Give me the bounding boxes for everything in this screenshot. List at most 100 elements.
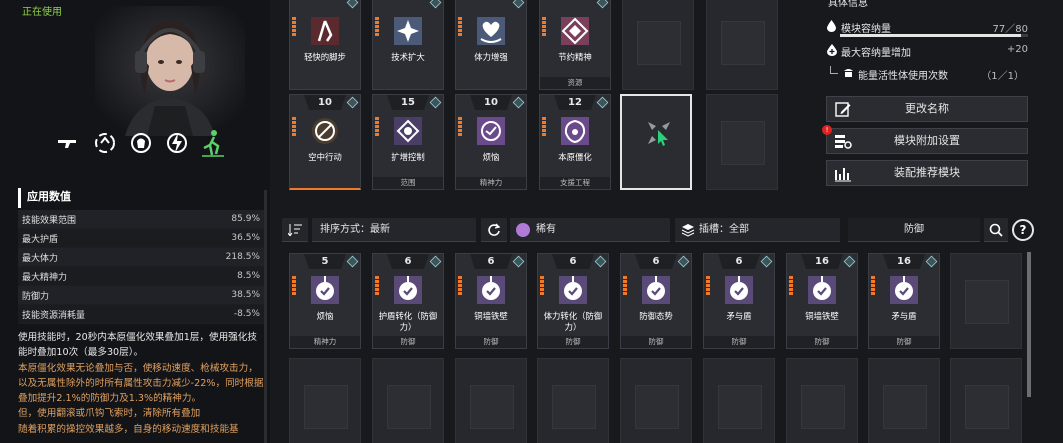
- module-card[interactable]: 10 烦恼 精神力: [455, 94, 527, 190]
- empty-module-slot[interactable]: [868, 358, 940, 443]
- module-card[interactable]: 12 本原僵化支援工程: [539, 94, 611, 190]
- module-tag-icon: [429, 96, 442, 109]
- reset-button[interactable]: [481, 218, 507, 242]
- runner-icon[interactable]: [200, 128, 226, 158]
- module-card[interactable]: 轻快的脚步: [289, 0, 361, 90]
- cost-bars-icon: [542, 117, 546, 141]
- module-type: 支援工程: [540, 177, 610, 189]
- stat-value: 36.5%: [231, 233, 260, 243]
- refresh-icon: [488, 223, 501, 236]
- module-name: 空中行动: [308, 152, 342, 162]
- rename-button[interactable]: 更改名称: [826, 96, 1028, 122]
- lightning-icon[interactable]: [164, 128, 190, 158]
- chip-icon: [721, 121, 765, 165]
- inventory-scrollbar[interactable]: [1027, 252, 1031, 397]
- search-button[interactable]: [984, 218, 1008, 242]
- capacity-label: 模块容纳量: [841, 24, 891, 35]
- module-card[interactable]: 6 矛与盾 防御: [703, 253, 775, 349]
- activator-label: 能量活性体使用次数: [858, 71, 948, 82]
- module-tag-icon: [346, 96, 359, 109]
- module-tag-icon: [596, 0, 609, 9]
- empty-module-slot[interactable]: [455, 358, 527, 443]
- module-card[interactable]: 6 铜墙铁壁 防御: [455, 253, 527, 349]
- module-card[interactable]: 6 护盾转化（防御力） 防御: [372, 253, 444, 349]
- empty-module-slot[interactable]: [786, 358, 858, 443]
- module-card[interactable]: 6 体力转化（防御力） 防御: [537, 253, 609, 349]
- empty-module-slot[interactable]: [289, 358, 361, 443]
- module-card[interactable]: 15 扩增控制 范围: [372, 94, 444, 190]
- module-icon: [725, 276, 753, 304]
- module-description: 使用技能时，20秒内本原僵化效果叠加1层，使用强化技能时叠加10次（最多30层）…: [18, 330, 266, 437]
- module-name: 矛与盾: [726, 311, 752, 321]
- module-name: 防御态势: [639, 311, 673, 321]
- cursor-icon: [648, 122, 670, 146]
- shield-head-icon[interactable]: [128, 128, 154, 158]
- cost-bars-icon: [458, 17, 462, 41]
- activator-value: （1／1）: [981, 71, 1024, 82]
- rarity-filter[interactable]: 稀有: [510, 218, 670, 242]
- empty-module-slot[interactable]: [620, 358, 692, 443]
- module-card[interactable]: 5 烦恼 精神力: [289, 253, 361, 349]
- spin-icon[interactable]: [92, 128, 118, 158]
- search-icon: [989, 223, 1003, 237]
- character-portrait: [95, 6, 245, 136]
- chip-icon: [718, 385, 762, 429]
- module-card[interactable]: 16 铜墙铁壁 防御: [786, 253, 858, 349]
- module-name: 技术扩大: [391, 52, 425, 62]
- left-scrollbar[interactable]: [264, 190, 267, 443]
- module-icon: [312, 118, 338, 144]
- sort-dropdown[interactable]: 排序方式：最新: [312, 218, 476, 242]
- empty-module-slot[interactable]: [706, 94, 778, 190]
- module-card[interactable]: 节约精神 资源: [539, 0, 611, 90]
- recommend-modules-button[interactable]: 装配推荐模块: [826, 160, 1028, 186]
- module-tag-icon: [843, 255, 856, 268]
- search-input[interactable]: 防御: [848, 218, 980, 242]
- module-tag-icon: [760, 255, 773, 268]
- module-level: 12: [568, 97, 582, 108]
- module-name: 矛与盾: [891, 311, 917, 321]
- extra-settings-button[interactable]: ! 模块附加设置: [822, 125, 1028, 154]
- module-icon: [477, 17, 505, 45]
- recommend-label: 装配推荐模块: [894, 166, 960, 179]
- module-card[interactable]: 16 矛与盾 防御: [868, 253, 940, 349]
- skill-icons: [56, 128, 236, 162]
- stat-value: 85.9%: [231, 214, 260, 224]
- module-tag-icon: [512, 0, 525, 9]
- description-line: 本原僵化效果无论叠加与否，使移动速度、枪械攻击力，以及无属性除外的时所有属性攻击…: [18, 362, 264, 405]
- selected-empty-slot[interactable]: [620, 94, 692, 190]
- empty-module-slot[interactable]: [372, 358, 444, 443]
- module-name: 体力转化（防御力）: [543, 311, 603, 332]
- module-card[interactable]: 6 防御态势 防御: [620, 253, 692, 349]
- module-card[interactable]: 技术扩大: [372, 0, 444, 90]
- rarity-dot-icon: [516, 223, 530, 237]
- module-type: 防御: [456, 336, 526, 348]
- module-name: 扩增控制: [391, 152, 425, 162]
- empty-module-slot[interactable]: [950, 358, 1022, 443]
- cost-bars-icon: [871, 276, 875, 300]
- sort-order-button[interactable]: [282, 218, 308, 242]
- module-tag-icon: [596, 96, 609, 109]
- module-type: 防御: [373, 336, 443, 348]
- module-card[interactable]: 10 空中行动: [289, 94, 361, 190]
- chip-icon: [801, 385, 845, 429]
- empty-module-slot[interactable]: [703, 358, 775, 443]
- capacity-row: 模块容纳量 77／80: [826, 19, 1030, 35]
- cost-bars-icon: [542, 17, 546, 41]
- empty-module-slot[interactable]: [537, 358, 609, 443]
- module-tag-icon: [925, 255, 938, 268]
- module-name: 铜墙铁壁: [474, 311, 508, 321]
- module-name: 本原僵化: [558, 152, 592, 162]
- slot-filter[interactable]: 插槽：全部: [675, 218, 840, 242]
- capacity-value: 77／80: [992, 24, 1028, 35]
- module-level: 16: [897, 256, 911, 267]
- help-button[interactable]: ?: [1012, 219, 1034, 241]
- details-title: 具体信息: [828, 0, 868, 9]
- gun-icon[interactable]: [56, 128, 82, 158]
- module-type: 防御: [538, 336, 608, 348]
- empty-module-slot[interactable]: [622, 0, 694, 90]
- empty-module-slot[interactable]: [706, 0, 778, 90]
- module-tag-icon: [594, 255, 607, 268]
- module-card[interactable]: 体力增强: [455, 0, 527, 90]
- stat-value: 38.5%: [231, 290, 260, 300]
- empty-module-slot[interactable]: [950, 253, 1022, 349]
